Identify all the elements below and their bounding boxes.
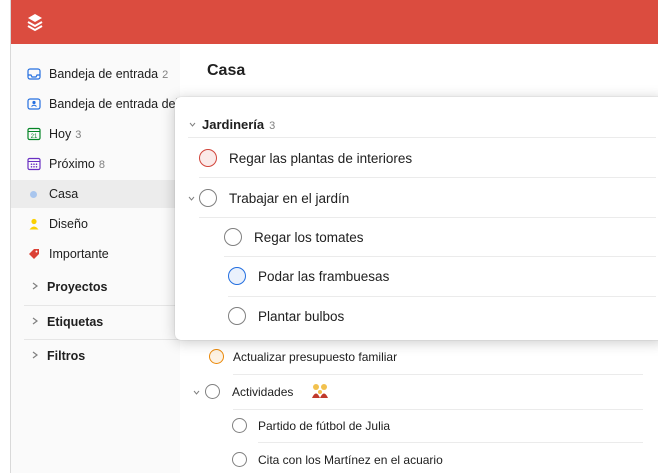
sidebar-item-upcoming[interactable]: Próximo 8 <box>11 150 180 178</box>
task-label: Trabajar en el jardín <box>229 191 350 206</box>
sidebar-section-labels[interactable]: Etiquetas <box>11 306 180 339</box>
sidebar-item-label: Importante <box>49 247 109 261</box>
top-bar <box>11 0 658 44</box>
sidebar-item-label: Diseño <box>49 217 88 231</box>
chevron-right-icon <box>32 351 38 359</box>
sidebar-item-label: Próximo <box>49 157 95 171</box>
task-item-subtask[interactable]: Regar los tomates <box>224 218 654 258</box>
section-popup-card: Jardinería 3 Regar las plantas de interio… <box>175 97 658 340</box>
sidebar-item-label: Hoy <box>49 127 72 141</box>
task-item[interactable]: Actualizar presupuesto familiar <box>207 341 627 375</box>
task-label: Plantar bulbos <box>258 309 345 324</box>
chevron-right-icon <box>32 317 38 325</box>
team-inbox-icon <box>27 98 41 110</box>
section-title-label: Jardinería <box>202 117 265 132</box>
person-icon <box>29 218 39 230</box>
sidebar-item-label: Casa <box>49 187 79 201</box>
sidebar: Bandeja de entrada 2 Bandeja de entrada d… <box>11 44 180 473</box>
task-checkbox[interactable] <box>228 307 246 325</box>
sidebar-section-filters[interactable]: Filtros <box>11 340 180 373</box>
section-count: 3 <box>269 120 276 132</box>
task-checkbox[interactable] <box>228 267 246 285</box>
todoist-logo-icon[interactable] <box>25 12 45 32</box>
sidebar-item-inbox[interactable]: Bandeja de entrada 2 <box>11 60 180 88</box>
sidebar-section-label: Filtros <box>47 349 86 363</box>
calendar-today-icon: 21 <box>27 127 41 141</box>
chevron-down-icon[interactable] <box>192 388 201 397</box>
task-item-parent[interactable]: Actividades <box>192 375 632 409</box>
task-divider <box>199 177 656 178</box>
sidebar-item-label: Bandeja de entrada <box>49 67 159 81</box>
sidebar-section-label: Etiquetas <box>47 315 104 329</box>
section-divider <box>188 137 656 138</box>
task-item-subtask[interactable]: Podar las frambuesas <box>228 257 658 297</box>
sidebar-item-diseno[interactable]: Diseño <box>11 210 180 238</box>
task-item[interactable]: Regar las plantas de interiores <box>199 139 658 179</box>
sidebar-item-count: 2 <box>162 69 169 81</box>
chevron-down-icon[interactable] <box>188 120 197 129</box>
sidebar-item-team-inbox[interactable]: Bandeja de entrada del <box>11 90 180 118</box>
sidebar-item-casa[interactable]: Casa <box>11 180 180 208</box>
task-checkbox[interactable] <box>209 349 224 364</box>
task-item-subtask[interactable]: Partido de fútbol de Julia <box>232 409 652 443</box>
task-checkbox[interactable] <box>232 452 247 467</box>
task-label: Actividades <box>232 385 294 399</box>
task-label: Regar los tomates <box>254 230 364 245</box>
task-item-subtask[interactable]: Plantar bulbos <box>228 297 658 337</box>
task-label: Partido de fútbol de Julia <box>258 419 391 433</box>
chevron-right-icon <box>32 282 38 290</box>
inbox-icon <box>27 68 41 80</box>
task-label: Regar las plantas de interiores <box>229 151 413 166</box>
sidebar-item-today[interactable]: 21 Hoy 3 <box>11 120 180 148</box>
sidebar-section-projects[interactable]: Proyectos <box>11 271 180 304</box>
calendar-upcoming-icon <box>27 157 41 171</box>
page-title: Casa <box>207 62 246 79</box>
task-checkbox[interactable] <box>224 228 242 246</box>
section-title[interactable]: Jardinería 3 <box>202 117 275 132</box>
task-item-subtask[interactable]: Cita con los Martínez en el acuario <box>232 443 652 473</box>
sidebar-item-count: 3 <box>75 129 82 141</box>
task-checkbox[interactable] <box>205 384 220 399</box>
task-checkbox[interactable] <box>199 149 217 167</box>
sidebar-section-label: Proyectos <box>47 280 108 294</box>
task-label: Cita con los Martínez en el acuario <box>258 453 443 467</box>
label-tag-icon <box>29 249 39 259</box>
chevron-down-icon[interactable] <box>187 194 196 203</box>
task-checkbox[interactable] <box>232 418 247 433</box>
sidebar-item-importante[interactable]: Importante <box>11 240 180 268</box>
family-emoji-icon <box>312 384 328 398</box>
sidebar-item-label: Bandeja de entrada del <box>49 97 179 111</box>
task-item-parent[interactable]: Trabajar en el jardín <box>187 179 657 219</box>
task-label: Actualizar presupuesto familiar <box>233 350 398 364</box>
svg-text:21: 21 <box>31 134 38 140</box>
sidebar-item-count: 8 <box>98 159 105 171</box>
task-label: Podar las frambuesas <box>258 269 390 284</box>
project-dot-icon <box>30 191 37 198</box>
task-checkbox[interactable] <box>199 189 217 207</box>
